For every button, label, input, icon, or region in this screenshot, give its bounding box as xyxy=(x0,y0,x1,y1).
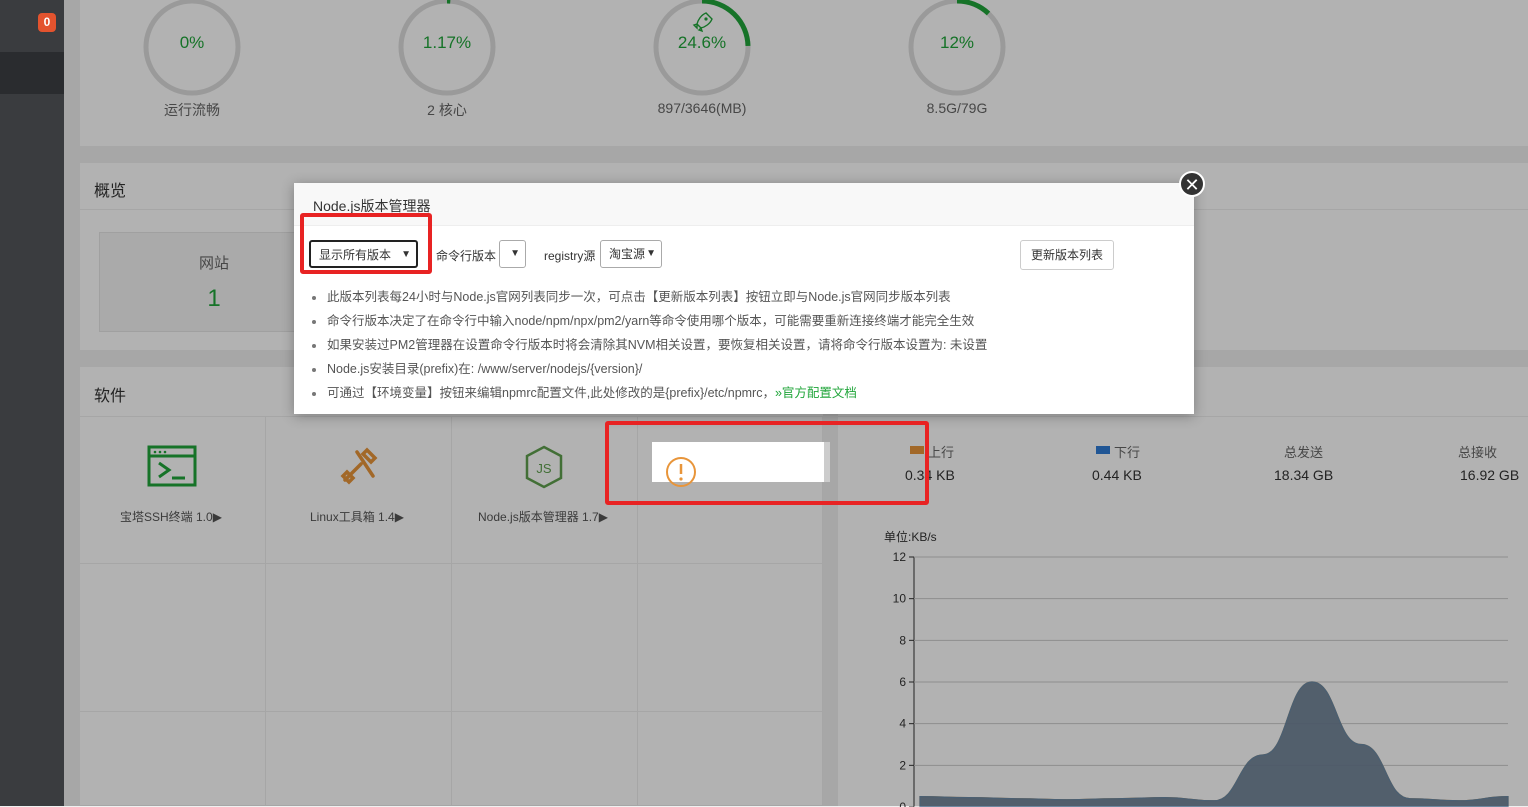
tips-list: 此版本列表每24小时与Node.js官网列表同步一次，可点击【更新版本列表】按钮… xyxy=(308,285,987,405)
sidebar-item-selected[interactable] xyxy=(0,52,64,94)
registry-label: registry源 xyxy=(544,249,596,263)
sidebar: 0 xyxy=(0,0,64,806)
list-item: 如果安装过PM2管理器在设置命令行版本时将会清除其NVM相关设置，要恢复相关设置… xyxy=(308,333,987,357)
cli-version-select[interactable]: ▼ xyxy=(499,240,526,268)
list-item: 此版本列表每24小时与Node.js官网列表同步一次，可点击【更新版本列表】按钮… xyxy=(308,285,987,309)
highlight-box xyxy=(605,421,929,505)
doc-link[interactable]: »官方配置文档 xyxy=(775,386,857,400)
chevron-down-icon: ▼ xyxy=(510,248,520,259)
notification-badge[interactable]: 0 xyxy=(38,13,56,32)
chevron-down-icon: ▼ xyxy=(646,248,656,259)
registry-select[interactable]: 淘宝源 ▼ xyxy=(600,240,662,268)
refresh-version-list-button[interactable]: 更新版本列表 xyxy=(1020,240,1114,270)
tip-text: 可通过【环境变量】按钮来编辑npmrc配置文件,此处修改的是{prefix}/e… xyxy=(327,386,775,400)
list-item: 命令行版本决定了在命令行中输入node/npm/npx/pm2/yarn等命令使… xyxy=(308,309,987,333)
highlight-box xyxy=(300,213,432,274)
list-item: 可通过【环境变量】按钮来编辑npmrc配置文件,此处修改的是{prefix}/e… xyxy=(308,381,987,405)
close-icon[interactable]: ✕ xyxy=(1179,171,1205,197)
cli-version-label: 命令行版本 xyxy=(436,249,497,263)
registry-value: 淘宝源 xyxy=(609,247,646,261)
list-item: Node.js安装目录(prefix)在: /www/server/nodejs… xyxy=(308,357,987,381)
